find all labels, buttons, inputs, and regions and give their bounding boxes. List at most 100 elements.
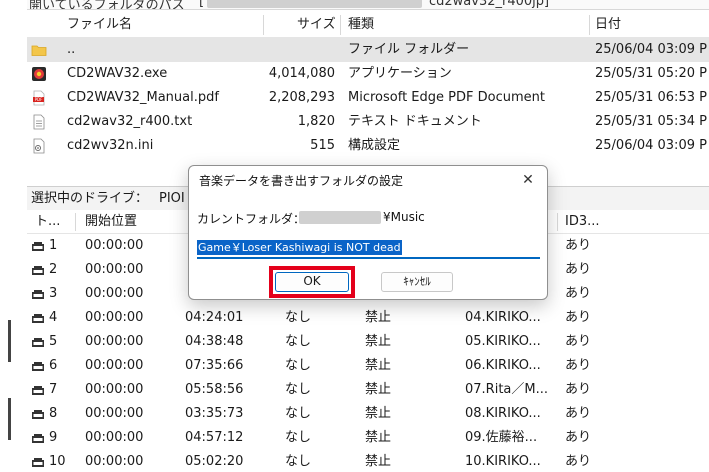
file-type: ファイル フォルダー	[348, 42, 470, 57]
track-title: 06.KIRIKO...	[465, 358, 541, 373]
track-row[interactable]: 9 00:00:00 04:57:12 なし 禁止 09.佐藤裕... あり	[27, 426, 709, 450]
track-length: 04:24:01	[185, 310, 244, 325]
track-length: 04:38:48	[185, 334, 244, 349]
file-name: cd2wav32_r400.txt	[67, 114, 193, 129]
file-list-header: ファイル名 サイズ 種類 日付	[27, 12, 709, 38]
track-length: 04:57:12	[185, 430, 244, 445]
file-row[interactable]: CD2WAV32.exe 4,014,080 アプリケーション 25/05/31…	[27, 62, 709, 86]
current-folder-suffix: ¥Music	[383, 210, 425, 224]
track-flag-b: 禁止	[365, 406, 392, 421]
file-date: 25/05/31 05:20 P	[595, 66, 707, 81]
header-size[interactable]: サイズ	[297, 12, 336, 38]
track-flag-a: なし	[285, 334, 312, 349]
track-number: 8	[49, 406, 58, 421]
track-start: 00:00:00	[85, 406, 144, 421]
track-icon	[32, 362, 44, 371]
header-start[interactable]: 開始位置	[85, 210, 137, 234]
track-title: 10.KIRIKO...	[465, 454, 541, 469]
track-row[interactable]: 8 00:00:00 03:35:73 なし 禁止 08.KIRIKO... あり	[27, 402, 709, 426]
folder-icon	[31, 45, 47, 56]
track-icon	[32, 314, 44, 323]
cancel-button[interactable]: ｷｬﾝｾﾙ	[381, 272, 453, 292]
track-length: 03:35:73	[185, 406, 244, 421]
track-start: 00:00:00	[85, 310, 144, 325]
file-row[interactable]: .. ファイル フォルダー 25/06/04 03:09 P	[27, 38, 709, 62]
window-left-edge	[0, 0, 27, 472]
track-number: 9	[49, 430, 58, 445]
track-row[interactable]: 7 00:00:00 05:58:56 なし 禁止 07.Rita／M... あり	[27, 378, 709, 402]
track-row[interactable]: 10 00:00:00 05:02:20 なし 禁止 10.KIRIKO... あり	[27, 450, 709, 472]
scroll-mark	[8, 398, 11, 440]
path-label: 開いているフォルダのパス	[29, 0, 185, 10]
track-start: 00:00:00	[85, 358, 144, 373]
header-id3[interactable]: ID3...	[565, 210, 600, 234]
header-date[interactable]: 日付	[595, 12, 621, 38]
track-number: 7	[49, 382, 58, 397]
track-flag-b: 禁止	[365, 358, 392, 373]
file-date: 25/06/04 03:09 P	[595, 138, 707, 153]
folder-name-input[interactable]: Game￥Loser Kashiwagi is NOT dead	[197, 238, 540, 259]
track-id3: あり	[565, 382, 592, 397]
track-number: 6	[49, 358, 58, 373]
track-icon	[32, 338, 44, 347]
track-flag-b: 禁止	[365, 454, 392, 469]
file-type: アプリケーション	[348, 66, 452, 81]
app-icon	[32, 67, 46, 81]
track-row[interactable]: 6 00:00:00 07:35:66 なし 禁止 06.KIRIKO... あり	[27, 354, 709, 378]
track-icon	[32, 458, 44, 467]
file-name: cd2wv32n.ini	[67, 138, 154, 153]
track-flag-a: なし	[285, 358, 312, 373]
header-name[interactable]: ファイル名	[67, 12, 132, 38]
track-number: 4	[49, 310, 58, 325]
file-row[interactable]: cd2wv32n.ini 515 構成設定 25/06/04 03:09 P	[27, 134, 709, 158]
close-icon[interactable]: ✕	[517, 169, 539, 191]
drive-value[interactable]: PIOI	[159, 187, 185, 211]
track-start: 00:00:00	[85, 430, 144, 445]
svg-text:PDF: PDF	[35, 97, 43, 102]
track-start: 00:00:00	[85, 286, 144, 301]
track-flag-a: なし	[285, 454, 312, 469]
header-type[interactable]: 種類	[348, 12, 374, 38]
track-id3: あり	[565, 238, 592, 253]
track-flag-a: なし	[285, 382, 312, 397]
file-name: ..	[67, 42, 76, 57]
track-title: 05.KIRIKO...	[465, 334, 541, 349]
current-folder-redacted	[299, 211, 381, 224]
file-row[interactable]: cd2wav32_r400.txt 1,820 テキスト ドキュメント 25/0…	[27, 110, 709, 134]
track-row[interactable]: 5 00:00:00 04:38:48 なし 禁止 05.KIRIKO... あり	[27, 330, 709, 354]
track-length: 05:58:56	[185, 382, 244, 397]
folder-path-bar: 開いているフォルダのパス [ cd2wav32_r400jp]	[27, 0, 709, 10]
track-number: 2	[49, 262, 58, 277]
track-number: 3	[49, 286, 58, 301]
text-file-icon	[33, 114, 45, 130]
file-row[interactable]: PDF CD2WAV32_Manual.pdf 2,208,293 Micros…	[27, 86, 709, 110]
track-length: 07:35:66	[185, 358, 244, 373]
track-title: 09.佐藤裕...	[465, 430, 538, 445]
ok-button[interactable]: OK	[275, 272, 349, 292]
file-type: Microsoft Edge PDF Document	[348, 90, 545, 105]
track-icon	[32, 434, 44, 443]
track-number: 1	[49, 238, 58, 253]
header-track[interactable]: ト...	[35, 210, 60, 234]
track-title: 04.KIRIKO...	[465, 310, 541, 325]
track-icon	[32, 386, 44, 395]
folder-name-selected-text: Game￥Loser Kashiwagi is NOT dead	[197, 240, 402, 255]
track-id3: あり	[565, 454, 592, 469]
file-date: 25/05/31 05:34 P	[595, 114, 707, 129]
scroll-mark	[8, 320, 11, 362]
track-start: 00:00:00	[85, 238, 144, 253]
file-type: 構成設定	[348, 138, 401, 153]
file-date: 25/06/04 03:09 P	[595, 42, 707, 57]
track-start: 00:00:00	[85, 382, 144, 397]
current-folder-label: カレントフォルダ：	[197, 212, 306, 226]
file-size: 1,820	[297, 114, 335, 129]
track-start: 00:00:00	[85, 334, 144, 349]
track-flag-b: 禁止	[365, 430, 392, 445]
track-flag-a: なし	[285, 310, 312, 325]
file-name: CD2WAV32_Manual.pdf	[67, 90, 219, 105]
track-row[interactable]: 4 00:00:00 04:24:01 なし 禁止 04.KIRIKO... あり	[27, 306, 709, 330]
track-start: 00:00:00	[85, 262, 144, 277]
file-size: 515	[310, 138, 335, 153]
track-flag-a: なし	[285, 406, 312, 421]
track-icon	[32, 410, 44, 419]
